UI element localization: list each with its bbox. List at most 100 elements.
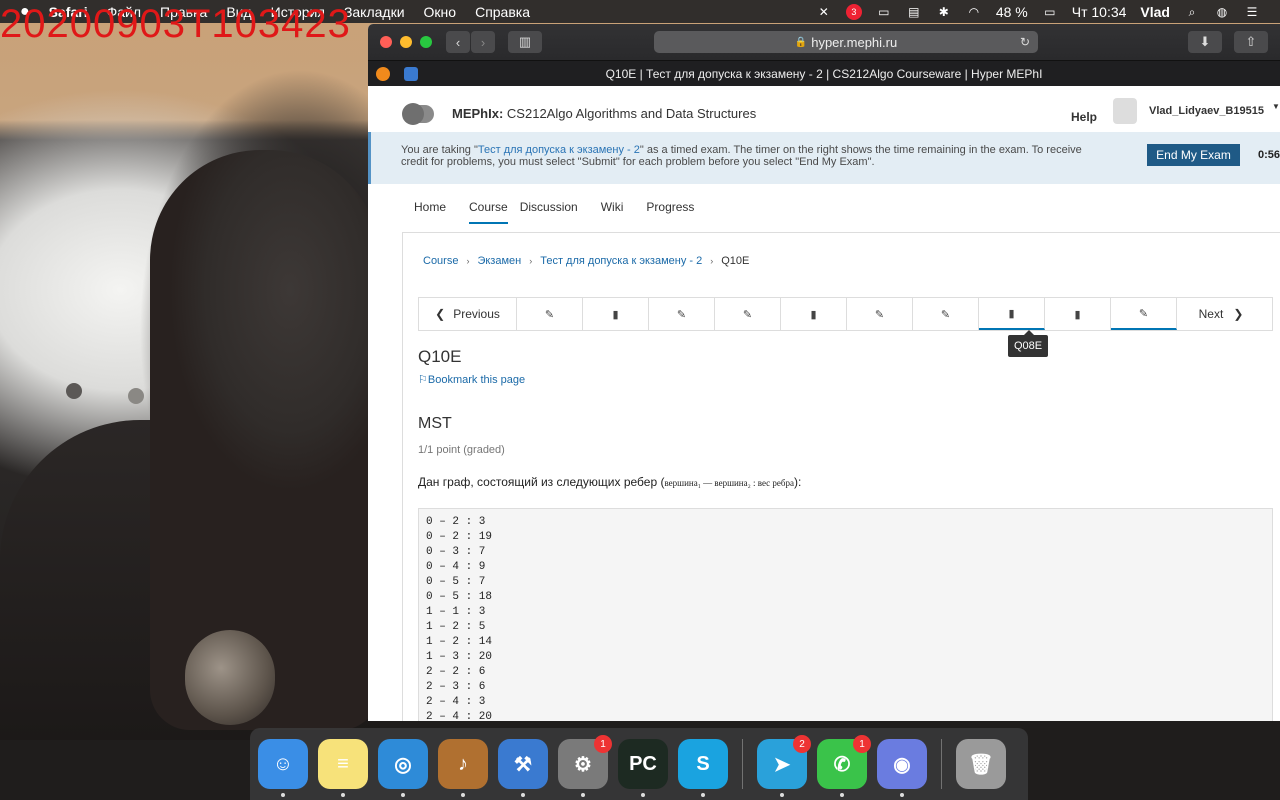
help-link[interactable]: Help xyxy=(1071,110,1097,124)
close-window-button[interactable] xyxy=(380,36,392,48)
menu-user[interactable]: Vlad xyxy=(1140,4,1170,20)
exam-link[interactable]: Тест для допуска к экзамену - 2 xyxy=(478,144,640,156)
edge-line: 2 – 3 : 6 xyxy=(426,681,486,693)
dock-badge: 1 xyxy=(853,735,871,753)
bookmark-label: Bookmark this page xyxy=(427,374,526,386)
question-prefix: Дан граф, состоящий из следующих ребер ( xyxy=(418,475,665,489)
dock-trash-icon[interactable]: 🗑 xyxy=(956,739,1006,789)
edge-line: 2 – 4 : 3 xyxy=(426,696,486,708)
wifi-icon[interactable]: ◠ xyxy=(966,5,982,19)
forward-button[interactable]: › xyxy=(471,31,495,53)
question-math: вершина₁ — вершина₂ : вес ребра xyxy=(664,478,794,488)
dock-discord-icon[interactable]: ◉ xyxy=(877,739,927,797)
notification-center-icon[interactable]: ☰ xyxy=(1244,5,1260,19)
edge-line: 2 – 4 : 20 xyxy=(426,711,493,721)
reload-icon[interactable]: ↻ xyxy=(1020,35,1030,49)
menu-help[interactable]: Справка xyxy=(475,4,530,20)
tab-title[interactable]: Q10E | Тест для допуска к экзамену - 2 |… xyxy=(368,67,1280,81)
breadcrumb-test[interactable]: Тест для допуска к экзамену - 2 xyxy=(540,255,702,267)
chevron-down-icon[interactable]: ▼ xyxy=(1272,102,1280,111)
notification-badge-icon[interactable]: 3 xyxy=(845,3,862,20)
battery-icon[interactable]: ▭ xyxy=(1042,5,1058,19)
dock-finder-icon[interactable]: ☺ xyxy=(258,739,308,797)
next-button[interactable]: Next ❯ xyxy=(1177,298,1265,330)
edge-line: 0 – 5 : 7 xyxy=(426,576,486,588)
webcam-light-spot xyxy=(66,383,82,399)
clock[interactable]: Чт 10:34 xyxy=(1072,4,1127,20)
course-name: CS212Algo Algorithms and Data Structures xyxy=(506,106,757,121)
dock-xcode-icon[interactable]: ⚒ xyxy=(498,739,548,797)
address-text: hyper.mephi.ru xyxy=(811,34,898,50)
address-bar[interactable]: 🔒 hyper.mephi.ru ↻ xyxy=(654,31,1038,53)
xcode-status-icon[interactable]: ✕ xyxy=(816,5,832,19)
web-page: MEPhIx: CS212Algo Algorithms and Data St… xyxy=(368,86,1280,721)
sidebar-toggle-icon[interactable]: ▥ xyxy=(508,31,542,53)
siri-icon[interactable]: ◍ xyxy=(1214,5,1230,19)
dock-running-indicator xyxy=(581,793,585,797)
flag-icon[interactable]: ▤ xyxy=(906,5,922,19)
edge-line: 0 – 2 : 19 xyxy=(426,531,493,543)
username[interactable]: Vlad_Lidyaev_B19515 xyxy=(1149,105,1264,117)
sequence-unit-problem-current[interactable]: ✎ xyxy=(1111,298,1177,330)
spotlight-search-icon[interactable]: ⌕ xyxy=(1184,5,1200,19)
edge-line: 1 – 2 : 14 xyxy=(426,636,493,648)
downloads-icon[interactable]: ⬇ xyxy=(1188,31,1222,53)
edge-line: 2 – 2 : 6 xyxy=(426,666,486,678)
chevron-right-icon: › xyxy=(529,256,533,266)
sequence-unit-problem[interactable]: ✎ xyxy=(847,298,913,330)
problem-points: 1/1 point (graded) xyxy=(418,444,505,456)
sequence-unit-problem[interactable]: ✎ xyxy=(715,298,781,330)
tab-home[interactable]: Home xyxy=(414,196,457,224)
sequence-unit-problem[interactable]: ✎ xyxy=(517,298,583,330)
share-icon[interactable]: ⇧ xyxy=(1234,31,1268,53)
dock-running-indicator xyxy=(401,793,405,797)
tab-course[interactable]: Course xyxy=(469,196,508,224)
minimize-window-button[interactable] xyxy=(400,36,412,48)
menu-window[interactable]: Окно xyxy=(424,4,457,20)
chevron-right-icon: ❯ xyxy=(1233,307,1244,321)
dock-garageband-icon[interactable]: ♪ xyxy=(438,739,488,797)
bookmark-icon: ⚐ xyxy=(418,374,428,386)
previous-button[interactable]: ❮ Previous xyxy=(419,298,517,330)
bluetooth-icon[interactable]: ✱ xyxy=(936,5,952,19)
dock-running-indicator xyxy=(780,793,784,797)
sequence-unit-book[interactable]: ▮ xyxy=(781,298,847,330)
sequence-unit-book[interactable]: ▮ xyxy=(1045,298,1111,330)
message-icon[interactable]: ▭ xyxy=(876,5,892,19)
banner-message: You are taking "Тест для допуска к экзам… xyxy=(401,144,1101,168)
macos-dock: ☺ ≡ ◎ ♪ ⚒ ⚙ 1 PC S ➤ 2 ✆ 1 ◉ 🗑 xyxy=(250,728,1028,800)
banner-text: You are taking " xyxy=(401,144,478,156)
previous-label: Previous xyxy=(453,307,500,321)
sequence-unit-problem[interactable]: ✎ xyxy=(913,298,979,330)
dock-notes-icon[interactable]: ≡ xyxy=(318,739,368,797)
dock-safari-icon[interactable]: ◎ xyxy=(378,739,428,797)
tab-progress[interactable]: Progress xyxy=(646,196,705,224)
tab-discussion[interactable]: Discussion xyxy=(520,196,589,224)
next-label: Next xyxy=(1198,307,1224,321)
battery-percent[interactable]: 48 % xyxy=(996,4,1028,20)
dock-facetime-icon[interactable]: ✆ 1 xyxy=(817,735,871,797)
browser-toolbar: ‹ › ▥ 🔒 hyper.mephi.ru ↻ ⬇ ⇧ xyxy=(368,24,1280,60)
avatar[interactable] xyxy=(1113,98,1137,124)
bookmark-link[interactable]: ⚐Bookmark this page xyxy=(418,373,525,386)
dock-telegram-icon[interactable]: ➤ 2 xyxy=(757,735,811,797)
dock-running-indicator xyxy=(840,793,844,797)
dock-system-preferences-icon[interactable]: ⚙ 1 xyxy=(558,735,612,797)
back-button[interactable]: ‹ xyxy=(446,31,470,53)
breadcrumb-exam[interactable]: Экзамен xyxy=(477,255,521,267)
end-exam-button[interactable]: End My Exam xyxy=(1147,144,1240,166)
zoom-window-button[interactable] xyxy=(420,36,432,48)
menu-bookmarks[interactable]: Закладки xyxy=(344,4,405,20)
sequence-unit-book[interactable]: ▮ xyxy=(979,298,1045,330)
sequence-navigation: ❮ Previous ✎ ▮ ✎ ✎ ▮ ✎ ✎ ▮ ▮ ✎ Next ❯ xyxy=(418,297,1273,331)
webcam-object xyxy=(185,630,275,725)
breadcrumb-course[interactable]: Course xyxy=(423,255,458,267)
edge-line: 1 – 1 : 3 xyxy=(426,606,486,618)
dock-pycharm-icon[interactable]: PC xyxy=(618,739,668,797)
sequence-unit-problem[interactable]: ✎ xyxy=(649,298,715,330)
site-logo[interactable] xyxy=(402,102,434,125)
dock-skype-icon[interactable]: S xyxy=(678,739,728,797)
dock-separator xyxy=(742,739,743,789)
sequence-unit-book[interactable]: ▮ xyxy=(583,298,649,330)
tab-wiki[interactable]: Wiki xyxy=(601,196,635,224)
